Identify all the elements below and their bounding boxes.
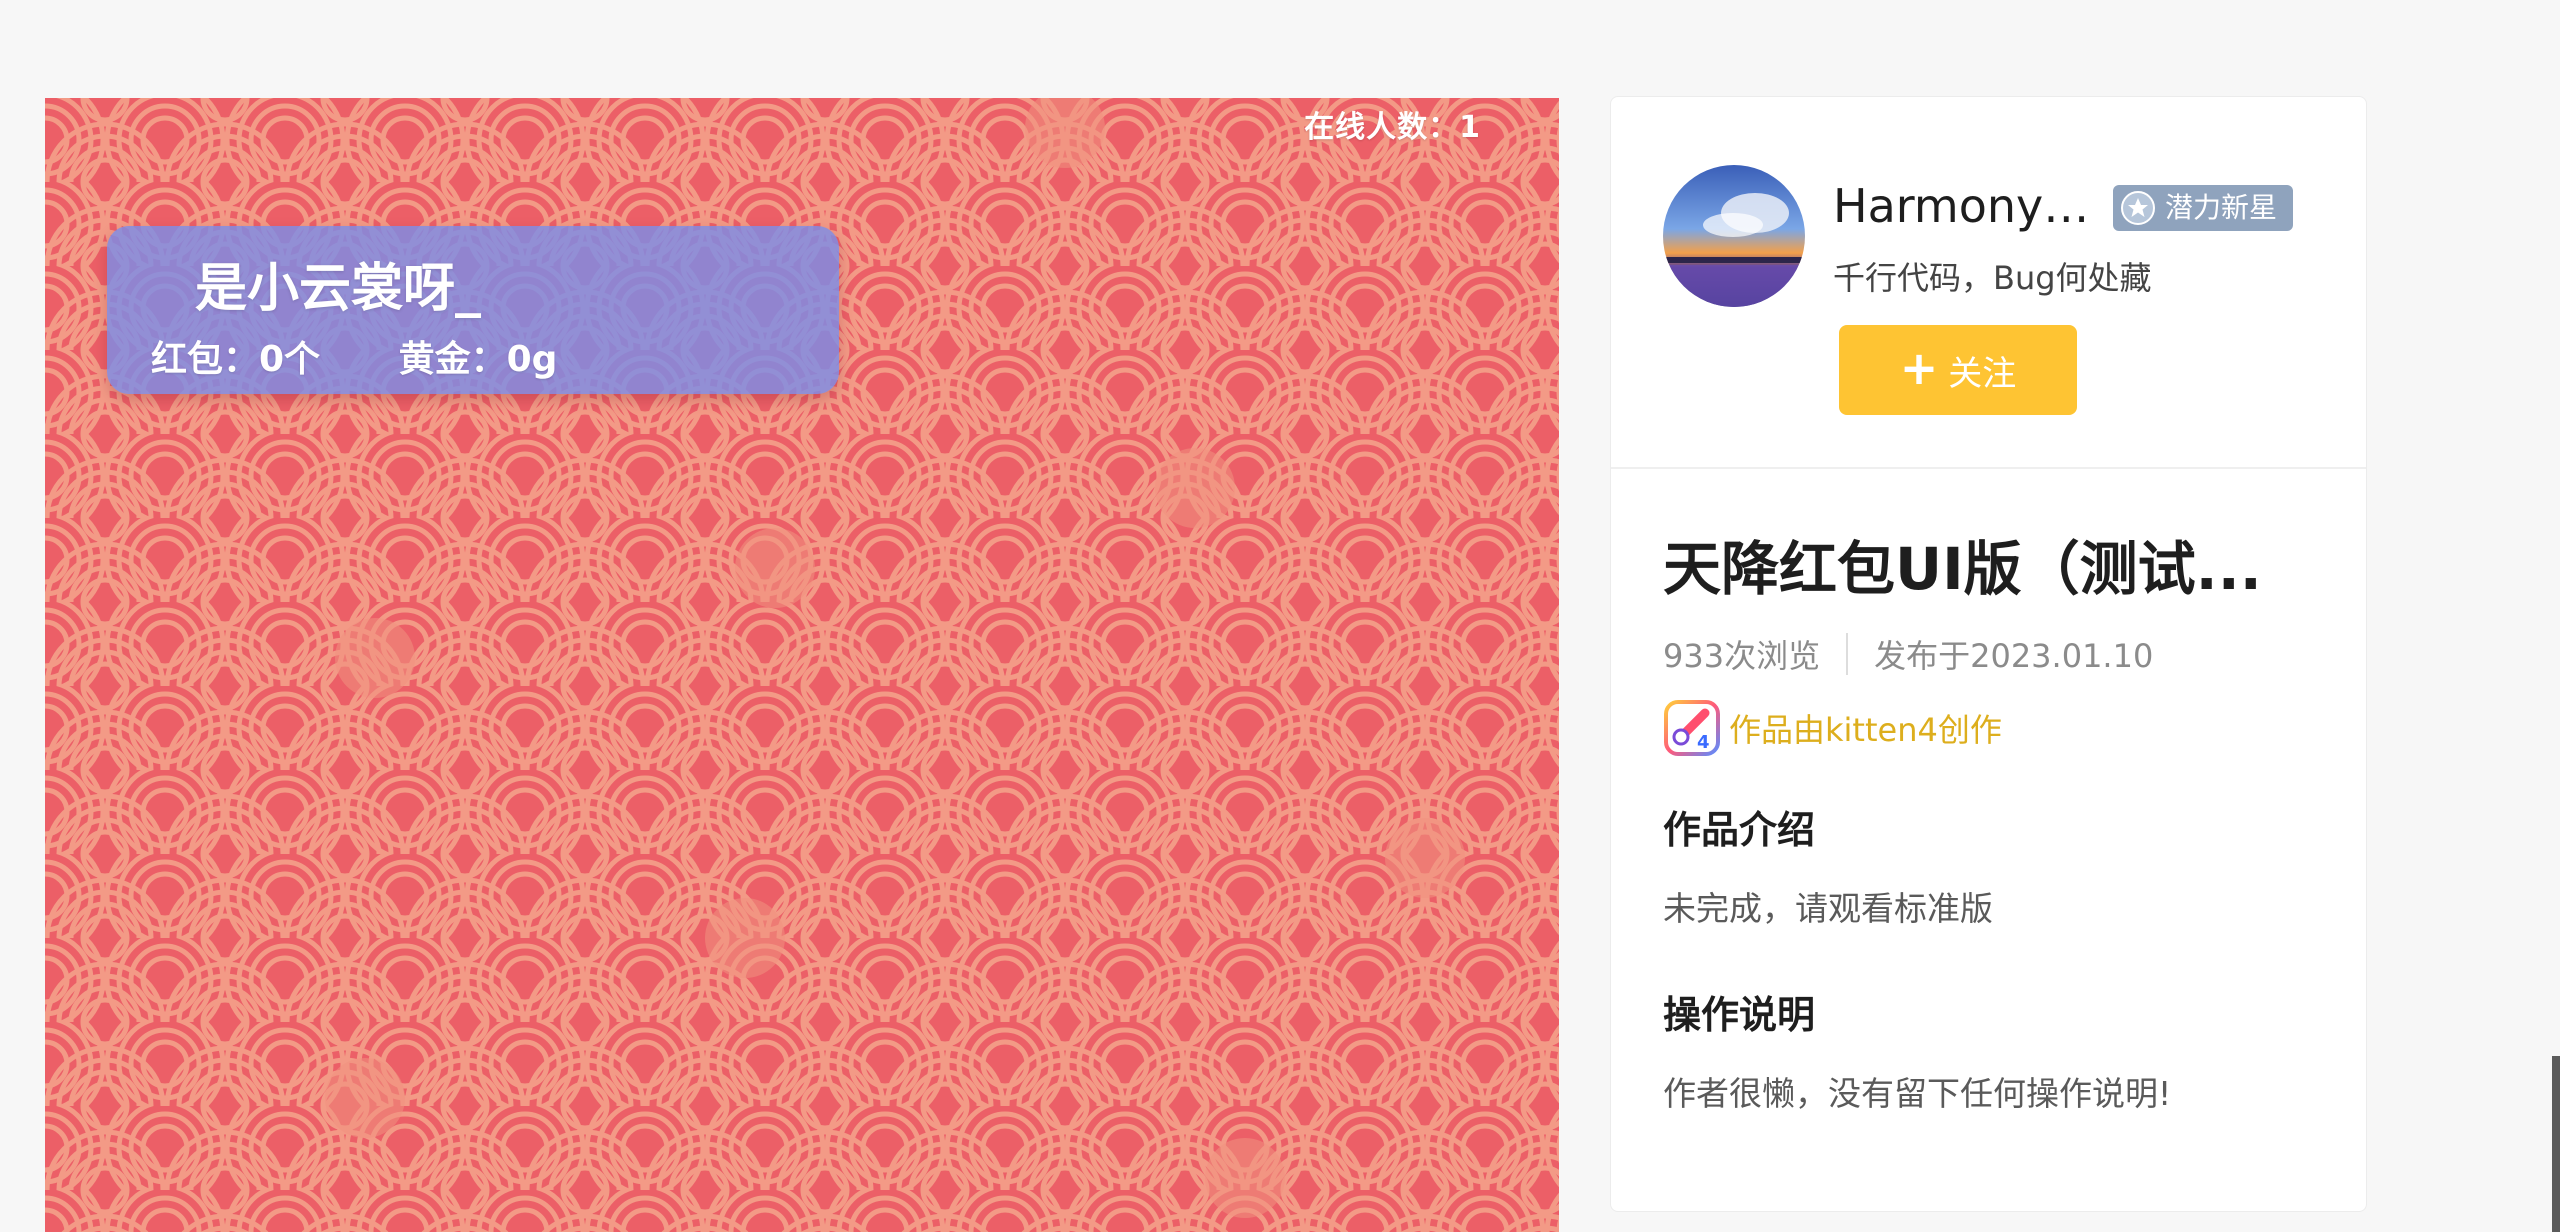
- red-packet-count: 红包：0个: [151, 339, 321, 380]
- publish-date: 发布于2023.01.10: [1874, 637, 2154, 675]
- svg-text:4: 4: [1697, 732, 1710, 753]
- player-stats: 红包：0个 黄金：0g: [151, 330, 557, 382]
- gold-count: 黄金：0g: [398, 339, 558, 380]
- badge-label: 潜力新星: [2165, 191, 2278, 224]
- kitten4-app-icon: 4: [1664, 700, 1720, 756]
- avatar[interactable]: [1663, 165, 1805, 307]
- game-stage[interactable]: 在线人数：1 是小云裳呀_ 红包：0个 黄金：0g: [45, 98, 1559, 1232]
- author-section: HarmonyO... 潜力新星 千行代码，Bug何处藏 + 关注: [1611, 97, 2366, 469]
- intro-heading: 作品介绍: [1663, 808, 1816, 852]
- work-details: 天降红包UI版（测试... 933次浏览 发布于2023.01.10 4 作品由…: [1611, 469, 2366, 1115]
- work-info-panel: HarmonyO... 潜力新星 千行代码，Bug何处藏 + 关注 天降红包UI…: [1610, 96, 2367, 1212]
- follow-label: 关注: [1948, 353, 2017, 394]
- page-scrollbar-thumb[interactable]: [2552, 1056, 2560, 1232]
- meta-divider: [1846, 633, 1849, 675]
- work-meta: 933次浏览 发布于2023.01.10: [1663, 631, 2314, 677]
- intro-text: 未完成，请观看标准版: [1663, 889, 1993, 928]
- made-by-label: 作品由kitten4创作: [1729, 711, 2002, 749]
- made-by-link[interactable]: 4 作品由kitten4创作: [1663, 699, 2314, 757]
- instructions-text: 作者很懒，没有留下任何操作说明!: [1663, 1074, 2172, 1113]
- potential-star-badge: 潜力新星: [2113, 185, 2294, 231]
- instructions-heading: 操作说明: [1663, 993, 1816, 1037]
- author-name[interactable]: HarmonyO...: [1833, 179, 2113, 233]
- player-info-card: 是小云裳呀_ 红包：0个 黄金：0g: [107, 226, 839, 394]
- work-title: 天降红包UI版（测试...: [1663, 535, 2262, 603]
- star-medal-icon: [2121, 191, 2155, 225]
- plus-icon: +: [1899, 341, 1939, 395]
- avatar-image: [1663, 165, 1805, 307]
- player-name: 是小云裳呀_: [195, 259, 482, 319]
- author-motto: 千行代码，Bug何处藏: [1833, 259, 2152, 297]
- follow-button[interactable]: + 关注: [1839, 325, 2077, 415]
- view-count: 933次浏览: [1663, 637, 1821, 675]
- online-count: 在线人数：1: [1304, 110, 1481, 145]
